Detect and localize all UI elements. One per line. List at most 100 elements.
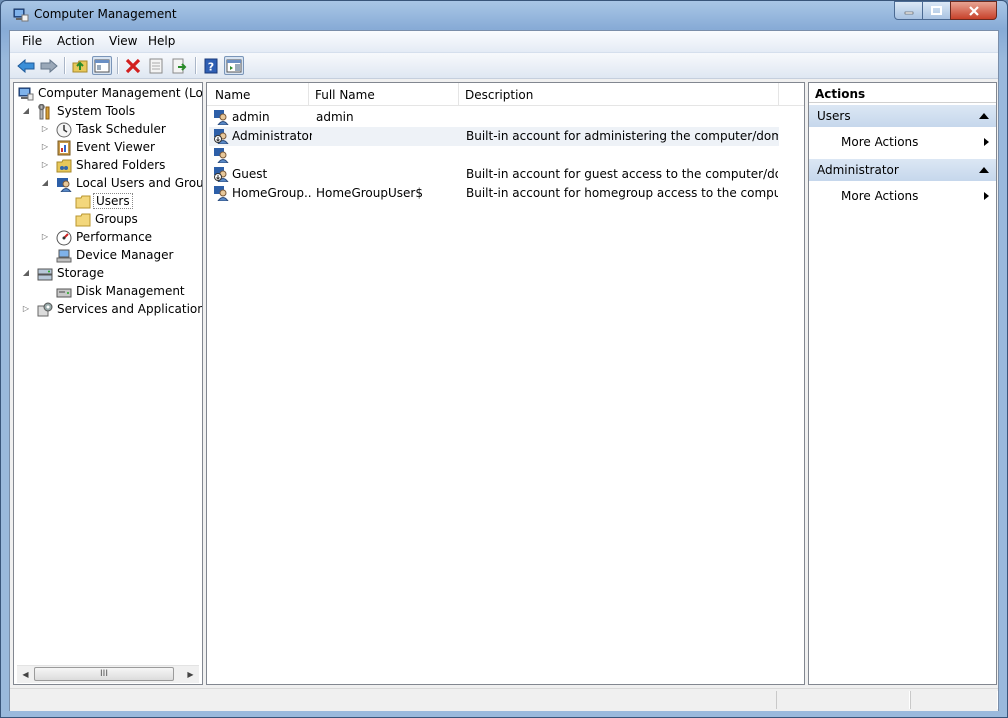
- toolbar-separator: [64, 57, 66, 74]
- tree-label: Users: [93, 193, 133, 209]
- collapsed-arrow-icon[interactable]: ▷: [21, 304, 31, 314]
- cell-description: Built-in account for homegroup access to…: [466, 186, 778, 200]
- minimize-button[interactable]: [894, 1, 923, 20]
- tree-label: Computer Management (Local: [38, 86, 203, 100]
- column-header-name[interactable]: Name: [209, 83, 309, 105]
- action-label: More Actions: [841, 189, 919, 203]
- column-header-full-name[interactable]: Full Name: [309, 83, 459, 105]
- users-list-view[interactable]: Name Full Name Description admin admin A…: [206, 82, 805, 685]
- expanded-arrow-icon[interactable]: ◢: [21, 106, 31, 116]
- more-actions-users[interactable]: More Actions: [841, 133, 991, 151]
- storage-icon: [37, 268, 53, 281]
- show-hide-action-pane-button[interactable]: [224, 56, 244, 75]
- minimize-icon: [904, 11, 913, 14]
- collapse-arrow-icon[interactable]: [979, 167, 989, 173]
- disabled-user-icon: [214, 129, 229, 144]
- client-area: File Action View Help ? Computer Managem…: [9, 30, 999, 711]
- cell-full-name: admin: [316, 110, 354, 124]
- close-icon: [968, 5, 979, 16]
- collapsed-arrow-icon[interactable]: ▷: [40, 160, 50, 170]
- table-row[interactable]: Guest Built-in account for guest access …: [209, 165, 779, 184]
- forward-arrow-icon: [40, 58, 58, 73]
- collapsed-arrow-icon[interactable]: ▷: [40, 142, 50, 152]
- cell-name: Administrator: [232, 129, 312, 143]
- menu-action[interactable]: Action: [53, 34, 99, 48]
- scroll-right-icon[interactable]: ▶: [182, 666, 199, 683]
- folder-up-icon: [72, 60, 88, 72]
- back-button[interactable]: [16, 56, 36, 75]
- scroll-left-icon[interactable]: ◀: [17, 666, 34, 683]
- folder-icon: [75, 195, 91, 209]
- status-cell: [776, 691, 910, 709]
- disk-icon: [56, 288, 72, 298]
- forward-button[interactable]: [39, 56, 59, 75]
- up-one-level-button[interactable]: [70, 56, 90, 75]
- delete-button[interactable]: [123, 56, 143, 75]
- close-button[interactable]: [950, 1, 997, 20]
- computer-management-window: Computer Management File Action View Hel…: [0, 0, 1008, 718]
- cell-description: Built-in account for guest access to the…: [466, 167, 778, 181]
- user-icon: [214, 148, 229, 163]
- menu-help[interactable]: Help: [144, 34, 179, 48]
- properties-button[interactable]: [146, 56, 166, 75]
- status-cell: [910, 691, 998, 709]
- action-label: More Actions: [841, 135, 919, 149]
- cell-name: admin: [232, 110, 270, 124]
- users-icon: [57, 178, 72, 192]
- console-tree[interactable]: Computer Management (Local ◢ System Tool…: [13, 82, 203, 685]
- menu-view[interactable]: View: [105, 34, 141, 48]
- properties-icon: [149, 58, 163, 73]
- cell-description: Built-in account for administering the c…: [466, 129, 778, 143]
- cell-full-name: HomeGroupUser$: [316, 186, 423, 200]
- event-viewer-icon: [57, 140, 71, 156]
- actions-section-users[interactable]: Users: [809, 105, 996, 127]
- section-label: Users: [817, 109, 851, 123]
- table-row[interactable]: [209, 146, 779, 165]
- export-list-button[interactable]: [170, 56, 190, 75]
- table-row[interactable]: admin admin: [209, 108, 779, 127]
- collapsed-arrow-icon[interactable]: ▷: [40, 124, 50, 134]
- table-row[interactable]: HomeGroup... HomeGroupUser$ Built-in acc…: [209, 184, 779, 203]
- more-actions-administrator[interactable]: More Actions: [841, 187, 991, 205]
- tree-label: Event Viewer: [76, 140, 155, 154]
- expanded-arrow-icon[interactable]: ◢: [40, 178, 50, 188]
- performance-icon: [56, 230, 72, 246]
- menu-file[interactable]: File: [18, 34, 46, 48]
- column-header-row: Name Full Name Description: [207, 83, 804, 106]
- actions-title: Actions: [809, 83, 996, 103]
- maximize-button[interactable]: [922, 1, 951, 20]
- expanded-arrow-icon[interactable]: ◢: [21, 268, 31, 278]
- horizontal-scrollbar[interactable]: ◀ III ▶: [17, 665, 199, 683]
- user-icon: [214, 186, 229, 201]
- toolbar: ?: [10, 53, 998, 79]
- cell-name: HomeGroup...: [232, 186, 312, 200]
- menu-bar: File Action View Help: [10, 31, 998, 53]
- tree-label: Performance: [76, 230, 153, 244]
- tree-label: Shared Folders: [76, 158, 166, 172]
- user-icon: [214, 110, 229, 125]
- tree-label: System Tools: [57, 104, 136, 118]
- show-hide-console-tree-button[interactable]: [92, 56, 112, 75]
- computer-icon: [18, 87, 34, 101]
- delete-x-icon: [125, 58, 141, 73]
- scroll-grip: III: [100, 669, 108, 679]
- toolbar-separator: [117, 57, 119, 74]
- tools-icon: [38, 104, 50, 120]
- title-bar[interactable]: Computer Management: [1, 1, 1007, 29]
- collapsed-arrow-icon[interactable]: ▷: [40, 232, 50, 242]
- back-arrow-icon: [17, 58, 35, 73]
- scroll-thumb[interactable]: III: [34, 667, 174, 681]
- console-tree-icon: [94, 59, 110, 72]
- actions-section-administrator[interactable]: Administrator: [809, 159, 996, 181]
- disabled-user-icon: [214, 167, 229, 182]
- submenu-arrow-icon: [984, 192, 989, 200]
- collapse-arrow-icon[interactable]: [979, 113, 989, 119]
- column-header-description[interactable]: Description: [459, 83, 779, 105]
- actions-pane: Actions Users More Actions Administrator…: [808, 82, 997, 685]
- help-button[interactable]: ?: [201, 56, 221, 75]
- table-row[interactable]: Administrator Built-in account for admin…: [209, 127, 779, 146]
- tree-label: Device Manager: [76, 248, 174, 262]
- device-manager-icon: [56, 249, 72, 263]
- tree-label: Groups: [95, 212, 138, 226]
- maximize-icon: [931, 6, 942, 15]
